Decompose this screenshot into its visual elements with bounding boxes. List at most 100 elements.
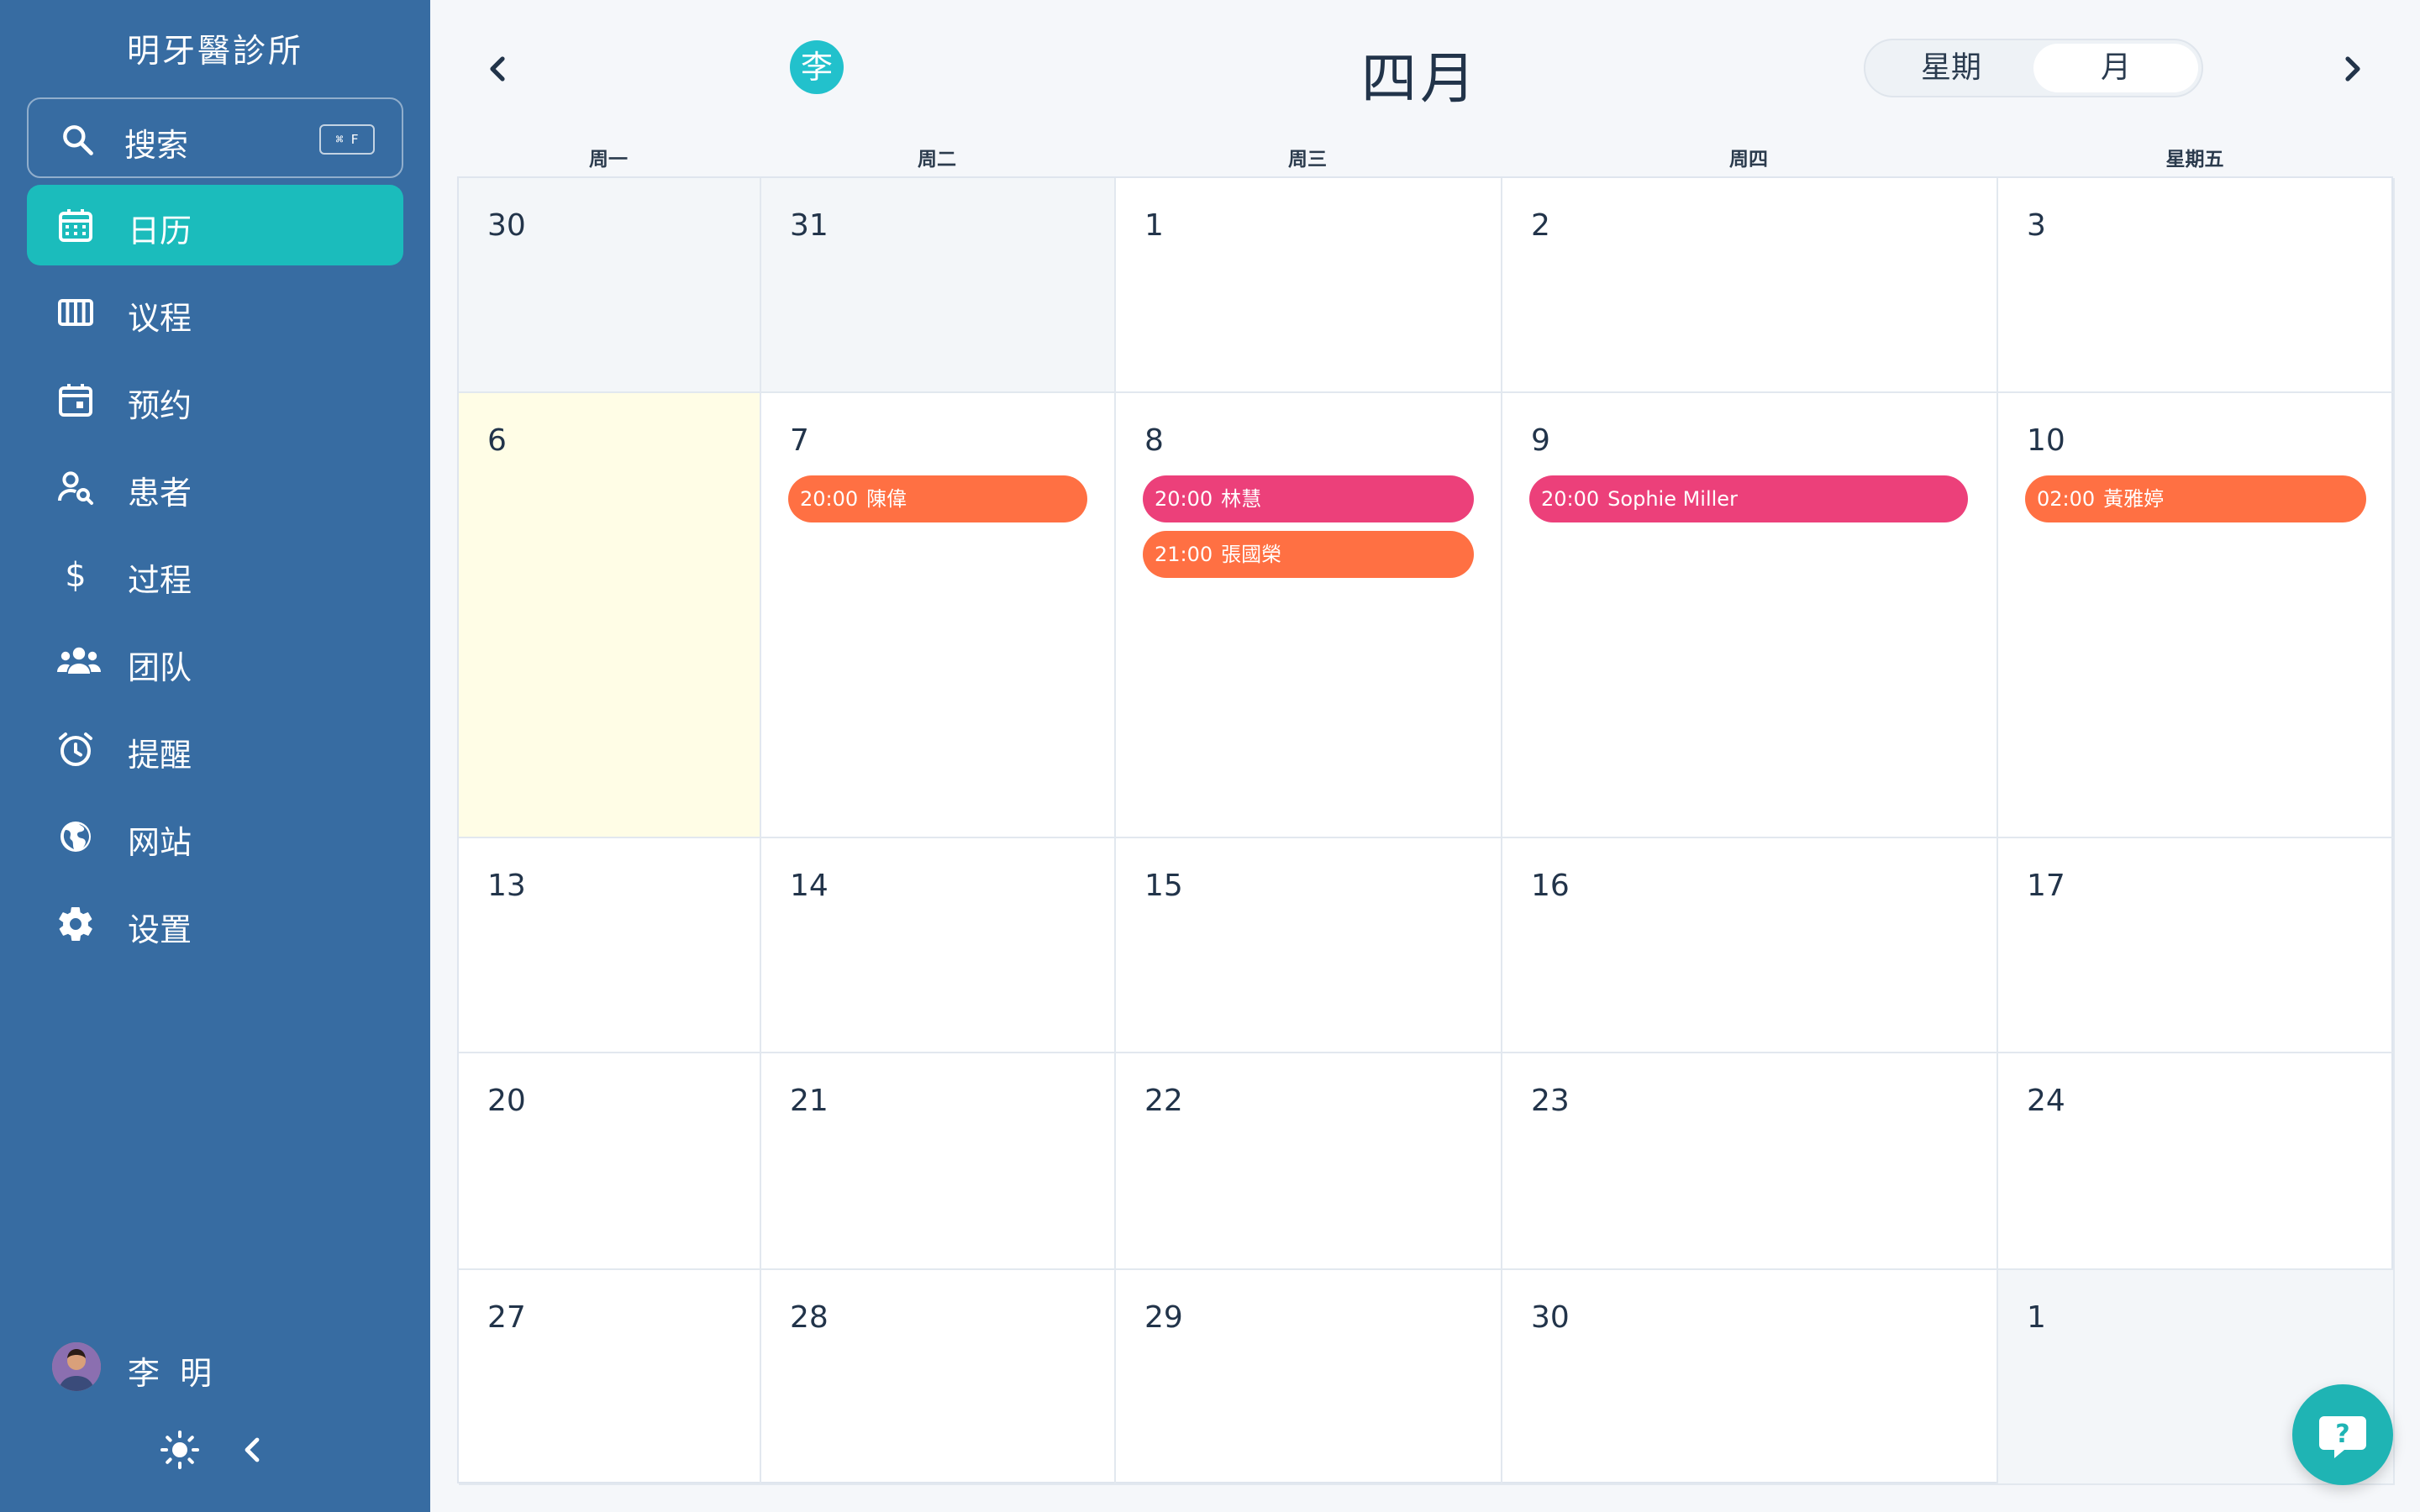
day-number: 31 xyxy=(790,208,829,243)
user-profile[interactable]: 李 明 xyxy=(52,1342,388,1393)
sidebar-item-reminders[interactable]: 提醒 xyxy=(27,709,403,790)
collapse-sidebar-icon[interactable] xyxy=(235,1431,269,1468)
calendar-day-cell[interactable]: 30 xyxy=(459,178,761,393)
search-icon xyxy=(59,121,96,161)
day-number: 27 xyxy=(487,1300,526,1335)
calendar-day-cell[interactable]: 6 xyxy=(459,393,761,838)
search-shortcut: ⌘ F xyxy=(319,124,375,155)
calendar-day-cell[interactable]: 27 xyxy=(459,1270,761,1485)
appointment-event[interactable]: 20:00 Sophie Miller xyxy=(1529,475,1968,522)
calendar-day-cell[interactable]: 20 xyxy=(459,1053,761,1270)
calendar-grid: 30 31 1 2 3 6 7 20:00 陳偉 8 20:00 林慧 21:00 張國榮 9 20:00 So… xyxy=(457,176,2395,1485)
sidebar-item-procedures[interactable]: $ 过程 xyxy=(27,534,403,615)
event-patient-name: 黃雅婷 xyxy=(2103,487,2165,511)
globe-icon xyxy=(55,816,96,857)
day-number: 20 xyxy=(487,1084,526,1118)
day-number: 1 xyxy=(2027,1300,2046,1335)
calendar-day-cell[interactable]: 8 20:00 林慧 21:00 張國榮 xyxy=(1116,393,1502,838)
sidebar-item-label: 设置 xyxy=(128,911,192,948)
help-chat-icon: ? xyxy=(2292,1416,2393,1488)
appointment-icon xyxy=(55,380,96,420)
weekday-header: 周三 xyxy=(1288,149,1327,171)
event-time: 20:00 xyxy=(1541,487,1600,511)
calendar-day-cell[interactable]: 28 xyxy=(761,1270,1116,1485)
sidebar-item-agenda[interactable]: 议程 xyxy=(27,272,403,353)
day-number: 15 xyxy=(1144,869,1183,903)
next-month-button[interactable] xyxy=(2333,49,2373,89)
calendar-day-cell[interactable]: 16 xyxy=(1502,838,1998,1053)
sidebar-item-patients[interactable]: 患者 xyxy=(27,447,403,528)
sidebar-item-appointments[interactable]: 预约 xyxy=(27,360,403,440)
appointment-event[interactable]: 20:00 陳偉 xyxy=(788,475,1087,522)
svg-text:$: $ xyxy=(65,556,86,595)
day-number: 10 xyxy=(2027,423,2065,458)
sidebar-item-label: 提醒 xyxy=(128,737,192,774)
calendar-day-cell[interactable]: 14 xyxy=(761,838,1116,1053)
calendar-day-cell[interactable]: 29 xyxy=(1116,1270,1502,1485)
search-label: 搜索 xyxy=(124,127,189,164)
sidebar-item-settings[interactable]: 设置 xyxy=(27,884,403,964)
day-number: 29 xyxy=(1144,1300,1183,1335)
event-patient-name: 張國榮 xyxy=(1221,543,1282,566)
sidebar-item-label: 议程 xyxy=(128,300,192,337)
calendar-day-cell[interactable]: 13 xyxy=(459,838,761,1053)
calendar-day-cell[interactable]: 1 xyxy=(1116,178,1502,393)
alarm-icon xyxy=(55,729,96,769)
appointment-event[interactable]: 21:00 張國榮 xyxy=(1143,531,1474,578)
weekday-header: 周四 xyxy=(1729,149,1768,171)
person-badge[interactable]: 李 xyxy=(790,40,844,94)
calendar-day-cell[interactable]: 3 xyxy=(1998,178,2395,393)
view-week-button[interactable]: 星期 xyxy=(1869,44,2033,92)
view-month-button[interactable]: 月 xyxy=(2033,44,2198,92)
calendar-day-cell[interactable]: 10 02:00 黃雅婷 xyxy=(1998,393,2395,838)
sidebar-item-team[interactable]: 团队 xyxy=(27,622,403,702)
calendar-day-cell[interactable]: 7 20:00 陳偉 xyxy=(761,393,1116,838)
day-number: 24 xyxy=(2027,1084,2065,1118)
previous-month-button[interactable] xyxy=(477,49,518,89)
sidebar-item-label: 日历 xyxy=(128,213,192,249)
event-time: 20:00 xyxy=(800,487,859,511)
search-button[interactable]: 搜索 ⌘ F xyxy=(27,97,403,178)
clinic-name: 明牙醫診所 xyxy=(126,33,303,71)
appointment-event[interactable]: 02:00 黃雅婷 xyxy=(2025,475,2366,522)
day-number: 14 xyxy=(790,869,829,903)
day-number: 30 xyxy=(1531,1300,1570,1335)
sidebar-item-label: 患者 xyxy=(128,475,192,512)
event-patient-name: 陳偉 xyxy=(866,487,908,511)
calendar-day-cell[interactable]: 22 xyxy=(1116,1053,1502,1270)
calendar-day-cell[interactable]: 23 xyxy=(1502,1053,1998,1270)
day-number: 2 xyxy=(1531,208,1550,243)
day-number: 22 xyxy=(1144,1084,1183,1118)
appointment-event[interactable]: 20:00 林慧 xyxy=(1143,475,1474,522)
team-icon xyxy=(55,642,101,682)
avatar xyxy=(52,1342,101,1391)
calendar-day-cell[interactable]: 2 xyxy=(1502,178,1998,393)
calendar-day-cell[interactable]: 30 xyxy=(1502,1270,1998,1485)
columns-icon xyxy=(55,292,96,333)
event-time: 02:00 xyxy=(2037,487,2096,511)
calendar-day-cell[interactable]: 9 20:00 Sophie Miller xyxy=(1502,393,1998,838)
calendar-day-cell[interactable]: 17 xyxy=(1998,838,2395,1053)
sidebar-item-label: 过程 xyxy=(128,562,192,599)
sidebar-item-website[interactable]: 网站 xyxy=(27,796,403,877)
calendar-day-cell[interactable]: 21 xyxy=(761,1053,1116,1270)
sidebar-item-calendar[interactable]: 日历 xyxy=(27,185,403,265)
calendar-day-cell[interactable]: 15 xyxy=(1116,838,1502,1053)
sidebar-item-label: 网站 xyxy=(128,824,192,861)
day-number: 21 xyxy=(790,1084,829,1118)
sun-icon[interactable] xyxy=(160,1430,200,1470)
calendar-day-cell[interactable]: 31 xyxy=(761,178,1116,393)
gear-icon xyxy=(55,904,96,944)
sidebar: 明牙醫診所 搜索 ⌘ F 日历 议程 预约 患者 $ 过程 团队 提醒 网站 设… xyxy=(0,0,430,1512)
event-patient-name: 林慧 xyxy=(1221,487,1262,511)
day-number: 8 xyxy=(1144,423,1164,458)
calendar-day-cell[interactable]: 24 xyxy=(1998,1053,2395,1270)
day-number: 6 xyxy=(487,423,507,458)
weekday-header: 星期五 xyxy=(2165,149,2224,171)
day-number: 28 xyxy=(790,1300,829,1335)
month-title: 四月 xyxy=(1361,46,1479,111)
help-button[interactable]: ? xyxy=(2292,1384,2393,1485)
event-time: 20:00 xyxy=(1155,487,1213,511)
calendar-icon xyxy=(55,205,96,245)
svg-text:?: ? xyxy=(2335,1420,2349,1449)
